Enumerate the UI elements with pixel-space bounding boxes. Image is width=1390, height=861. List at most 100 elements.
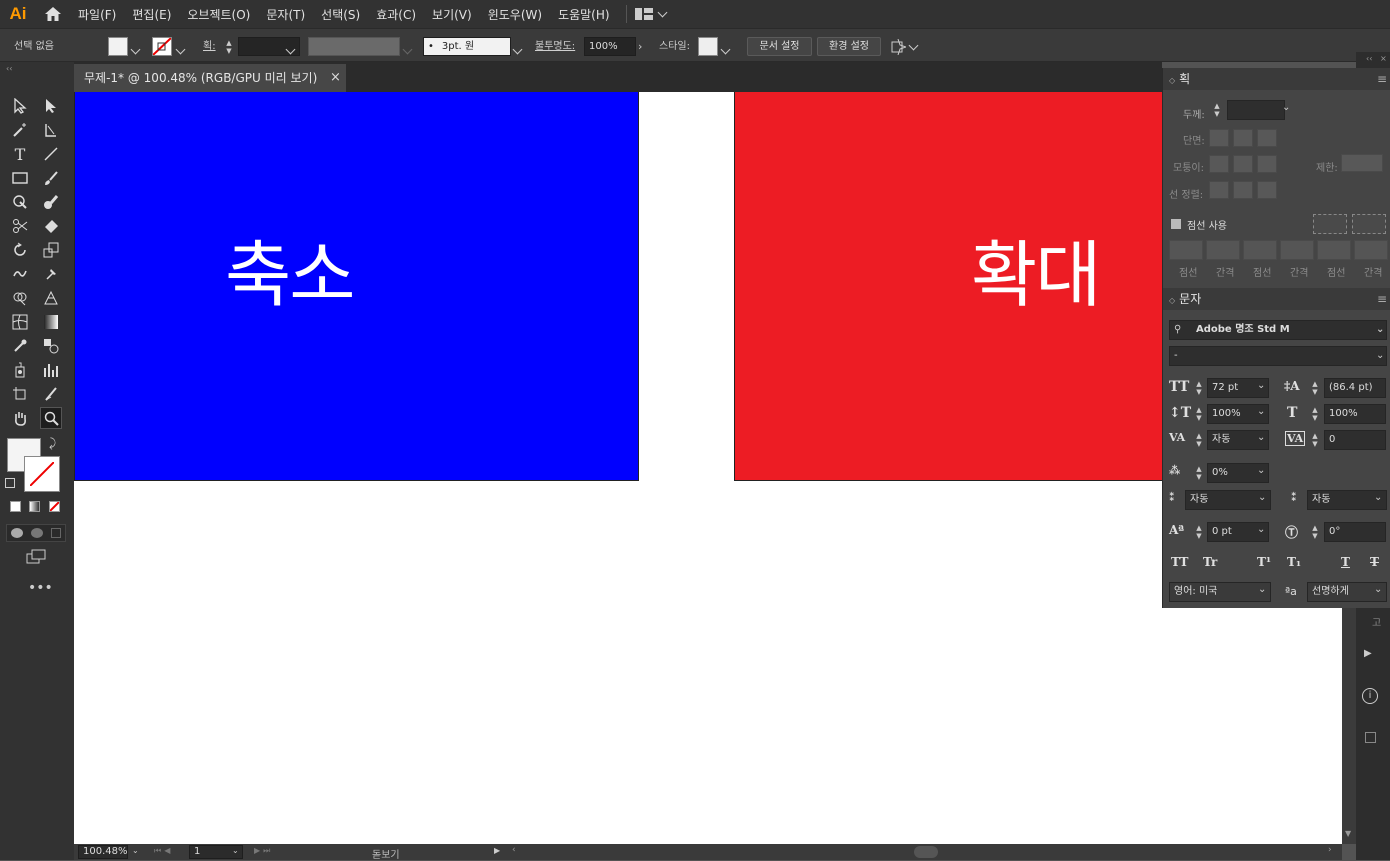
enlarge-artboard-rect[interactable]: 확대 (734, 92, 1164, 481)
dock-close-icon[interactable]: × (1380, 54, 1387, 63)
aki-left-chevron-icon[interactable]: ⌄ (1258, 492, 1266, 503)
character-panel-menu-icon[interactable]: ≡ (1377, 288, 1387, 310)
none-mode-icon[interactable] (49, 501, 60, 512)
dock-expand-icon[interactable]: ▶ (1364, 648, 1372, 659)
zoom-tool-icon[interactable] (40, 407, 62, 429)
miter-join-icon[interactable] (1209, 155, 1229, 173)
brush-definition-field[interactable]: • 3pt. 원 (423, 37, 511, 56)
rotation-spinner-icon[interactable]: ▲ ▼ (1311, 524, 1319, 540)
all-caps-icon[interactable]: TT (1171, 555, 1188, 569)
baseline-chevron-icon[interactable]: ⌄ (1257, 524, 1265, 535)
rectangle-tool-icon[interactable] (9, 167, 31, 189)
eyedropper-tool-icon[interactable] (9, 335, 31, 357)
menu-edit[interactable]: 편집(E) (124, 6, 179, 23)
vscale-spinner-icon[interactable]: ▲ ▼ (1195, 406, 1203, 422)
dash-preserve-icon[interactable] (1313, 214, 1347, 234)
direct-selection-tool-icon[interactable] (40, 95, 62, 117)
color-mode-icon[interactable] (10, 501, 21, 512)
dock-checkbox[interactable] (1365, 732, 1376, 743)
arrange-documents-icon[interactable] (890, 37, 920, 56)
baseline-spinner-icon[interactable]: ▲ ▼ (1195, 524, 1203, 540)
dock-collapse-icon[interactable]: ‹‹ (1366, 54, 1372, 63)
font-chevron-icon[interactable]: ⌄ (1376, 321, 1384, 339)
projecting-cap-icon[interactable] (1257, 129, 1277, 147)
status-menu-icon[interactable]: ▶ (494, 846, 500, 855)
column-graph-tool-icon[interactable] (40, 359, 62, 381)
gap-3-field[interactable] (1354, 240, 1388, 260)
gap-1-field[interactable] (1206, 240, 1240, 260)
warp-tool-icon[interactable] (9, 263, 31, 285)
draw-normal-icon[interactable] (11, 528, 23, 538)
blend-tool-icon[interactable] (40, 335, 62, 357)
shaper-tool-icon[interactable] (9, 191, 31, 213)
tsume-chevron-icon[interactable]: ⌄ (1257, 465, 1265, 476)
stroke-panel-header[interactable]: ◇ 획 ≡ (1163, 68, 1390, 90)
kerning-chevron-icon[interactable]: ⌄ (1257, 432, 1265, 443)
graphic-style-swatch[interactable] (698, 37, 718, 56)
font-style-field[interactable]: - ⌄ (1169, 346, 1387, 366)
hscale-spinner-icon[interactable]: ▲ ▼ (1311, 406, 1319, 422)
menu-help[interactable]: 도움말(H) (550, 6, 618, 23)
aki-right-chevron-icon[interactable]: ⌄ (1374, 492, 1382, 503)
magic-wand-tool-icon[interactable] (9, 119, 31, 141)
dash-1-field[interactable] (1169, 240, 1203, 260)
gradient-mode-icon[interactable] (29, 501, 40, 512)
hand-tool-icon[interactable] (9, 407, 31, 429)
menu-effect[interactable]: 효과(C) (368, 6, 424, 23)
eraser-tool-icon[interactable] (40, 215, 62, 237)
vscale-chevron-icon[interactable]: ⌄ (1257, 406, 1265, 417)
variable-width-profile[interactable] (308, 37, 400, 56)
char-rotation-field[interactable]: 0° (1324, 522, 1386, 542)
perspective-grid-tool-icon[interactable] (40, 287, 62, 309)
font-size-spinner-icon[interactable]: ▲ ▼ (1195, 380, 1203, 396)
puppet-warp-tool-icon[interactable] (40, 263, 62, 285)
dash-3-field[interactable] (1317, 240, 1351, 260)
screen-mode-icon[interactable] (26, 549, 46, 568)
weight-spinner-icon[interactable]: ▲ ▼ (1213, 102, 1221, 118)
artboard-prev-icons[interactable]: ⏮◀ (154, 846, 173, 856)
draw-inside-icon[interactable] (51, 528, 61, 538)
menu-object[interactable]: 오브젝트(O) (179, 6, 258, 23)
mesh-tool-icon[interactable] (9, 311, 31, 333)
close-tab-icon[interactable]: × (330, 64, 341, 92)
document-setup-button[interactable]: 문서 설정 (747, 37, 812, 56)
menu-file[interactable]: 파일(F) (70, 6, 124, 23)
symbol-sprayer-tool-icon[interactable] (9, 359, 31, 381)
blob-brush-tool-icon[interactable] (40, 191, 62, 213)
shape-builder-tool-icon[interactable] (9, 287, 31, 309)
opacity-arrow-icon[interactable]: › (638, 37, 652, 56)
lasso-tool-icon[interactable] (40, 119, 62, 141)
stroke-weight-chevron-icon[interactable] (285, 43, 296, 62)
leading-field[interactable]: (86.4 pt) (1324, 378, 1386, 398)
gap-2-field[interactable] (1280, 240, 1314, 260)
menu-select[interactable]: 선택(S) (313, 6, 368, 23)
workspace-switcher-icon[interactable] (634, 7, 668, 21)
canvas[interactable]: 축소 확대 (74, 92, 1342, 844)
menu-view[interactable]: 보기(V) (424, 6, 480, 23)
menu-window[interactable]: 윈도우(W) (480, 6, 550, 23)
type-tool-icon[interactable]: T (9, 143, 31, 165)
subscript-icon[interactable]: T₁ (1287, 555, 1301, 569)
horizontal-scale-field[interactable]: 100% (1324, 404, 1386, 424)
fill-swatch[interactable] (108, 37, 128, 56)
brush-chevron-icon[interactable] (512, 43, 523, 62)
slice-tool-icon[interactable] (40, 383, 62, 405)
profile-chevron-icon[interactable] (402, 43, 413, 62)
artboard-chevron-icon[interactable]: ⌄ (232, 846, 239, 855)
strikethrough-icon[interactable]: T (1370, 555, 1379, 569)
collapse-panel-icon[interactable]: ‹‹ (6, 64, 12, 73)
font-search-icon[interactable]: ⚲ (1174, 321, 1181, 339)
zoom-level-field[interactable]: 100.48% (78, 845, 128, 859)
underline-icon[interactable]: T (1341, 555, 1350, 569)
artboard-tool-icon[interactable] (9, 383, 31, 405)
language-chevron-icon[interactable]: ⌄ (1258, 584, 1266, 595)
stroke-panel-menu-icon[interactable]: ≡ (1377, 68, 1387, 90)
tracking-spinner-icon[interactable]: ▲ ▼ (1311, 432, 1319, 448)
info-icon[interactable]: i (1362, 688, 1378, 704)
superscript-icon[interactable]: T¹ (1257, 555, 1271, 569)
horizontal-scroll-thumb[interactable] (914, 846, 938, 858)
selection-tool-icon[interactable] (9, 95, 31, 117)
shrink-artboard-rect[interactable]: 축소 (74, 92, 639, 481)
style-chevron-icon[interactable] (720, 43, 731, 62)
weight-chevron-icon[interactable]: ⌄ (1282, 102, 1290, 113)
